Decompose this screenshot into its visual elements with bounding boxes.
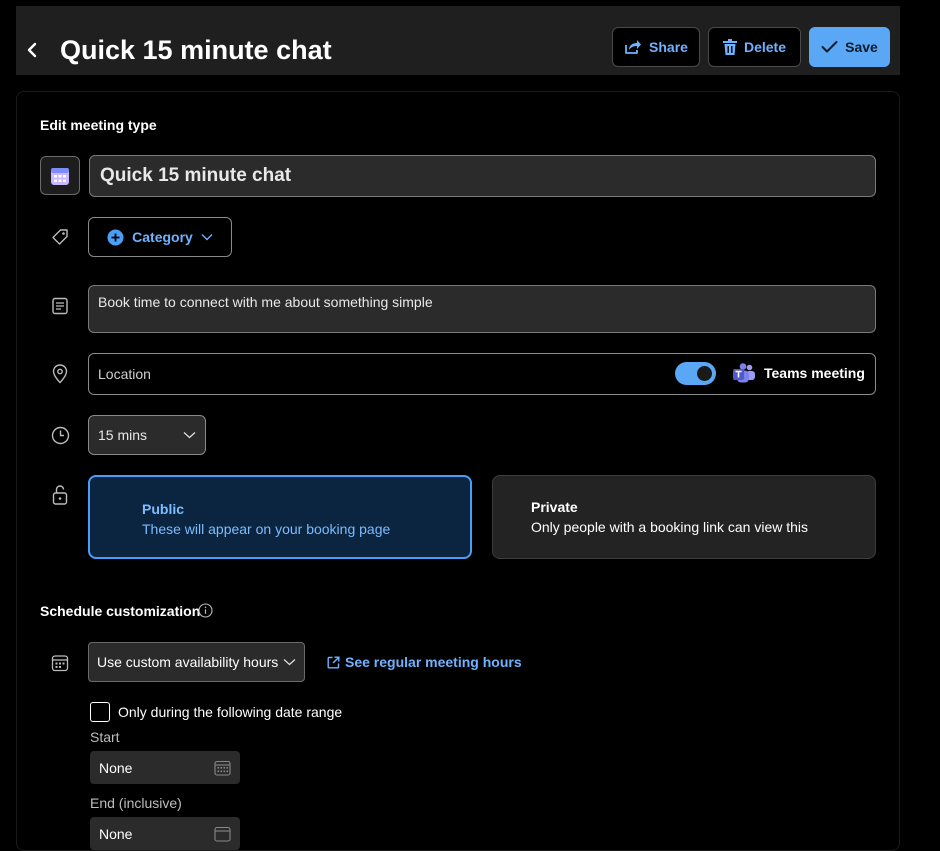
back-button[interactable] bbox=[20, 28, 44, 72]
availability-select[interactable]: Use custom availability hours bbox=[88, 642, 305, 682]
microsoft-teams-icon bbox=[732, 362, 756, 386]
unlock-icon bbox=[49, 484, 71, 506]
chevron-left-icon bbox=[27, 42, 37, 58]
chevron-down-icon bbox=[283, 659, 296, 666]
plus-circle-icon bbox=[107, 229, 124, 245]
page-title: Quick 15 minute chat bbox=[60, 35, 332, 65]
calendar-icon[interactable] bbox=[214, 760, 231, 776]
teams-meeting-toggle[interactable] bbox=[675, 362, 716, 385]
icon-picker-button[interactable] bbox=[40, 156, 80, 195]
start-date-value: None bbox=[99, 759, 133, 776]
text-description-icon bbox=[49, 295, 71, 317]
section-title-schedule-customization: Schedule customization bbox=[40, 603, 201, 619]
date-range-checkbox[interactable] bbox=[90, 702, 110, 722]
delete-label: Delete bbox=[743, 39, 787, 55]
share-button[interactable]: Share bbox=[612, 27, 700, 67]
availability-value: Use custom availability hours bbox=[97, 654, 279, 670]
category-dropdown[interactable]: Category bbox=[88, 217, 232, 257]
meeting-name-input[interactable]: Quick 15 minute chat bbox=[89, 155, 876, 197]
private-description: Only people with a booking link can view… bbox=[531, 519, 809, 535]
calendar-icon[interactable] bbox=[214, 826, 231, 842]
visibility-option-private[interactable]: Private Only people with a booking link … bbox=[492, 475, 876, 559]
end-label: End (inclusive) bbox=[90, 795, 182, 811]
calendar-icon bbox=[49, 652, 71, 674]
see-regular-hours-link[interactable]: See regular meeting hours bbox=[327, 654, 522, 670]
delete-button[interactable]: Delete bbox=[708, 27, 801, 67]
location-input[interactable]: Location bbox=[88, 353, 876, 395]
calendar-color-icon bbox=[51, 167, 69, 185]
start-label: Start bbox=[90, 729, 120, 745]
private-title: Private bbox=[531, 499, 578, 515]
clock-icon bbox=[49, 424, 71, 446]
trash-icon bbox=[722, 39, 737, 55]
share-label: Share bbox=[649, 39, 688, 55]
start-date-input[interactable]: None bbox=[90, 751, 240, 784]
description-textarea[interactable]: Book time to connect with me about somet… bbox=[88, 285, 876, 333]
visibility-option-public[interactable]: Public These will appear on your booking… bbox=[88, 475, 472, 559]
public-description: These will appear on your booking page bbox=[142, 521, 391, 537]
share-icon bbox=[625, 40, 642, 54]
location-pin-icon bbox=[49, 363, 71, 385]
open-external-icon bbox=[327, 656, 340, 668]
duration-select[interactable]: 15 mins bbox=[88, 415, 206, 455]
chevron-down-icon bbox=[201, 234, 213, 241]
edit-panel bbox=[16, 91, 900, 851]
location-placeholder: Location bbox=[98, 366, 151, 382]
checkmark-icon bbox=[821, 41, 838, 53]
section-title-edit-meeting-type: Edit meeting type bbox=[40, 117, 157, 133]
category-label: Category bbox=[132, 229, 193, 245]
chevron-down-icon bbox=[183, 432, 196, 439]
tag-icon bbox=[49, 226, 71, 248]
see-hours-label: See regular meeting hours bbox=[345, 654, 522, 670]
save-label: Save bbox=[845, 39, 878, 55]
duration-value: 15 mins bbox=[98, 427, 148, 443]
date-range-label: Only during the following date range bbox=[118, 704, 343, 720]
end-date-input[interactable]: None bbox=[90, 817, 240, 850]
info-icon[interactable] bbox=[198, 603, 214, 619]
teams-meeting-label: Teams meeting bbox=[764, 365, 865, 381]
save-button[interactable]: Save bbox=[809, 27, 890, 67]
end-date-value: None bbox=[99, 825, 133, 842]
public-title: Public bbox=[142, 501, 185, 517]
